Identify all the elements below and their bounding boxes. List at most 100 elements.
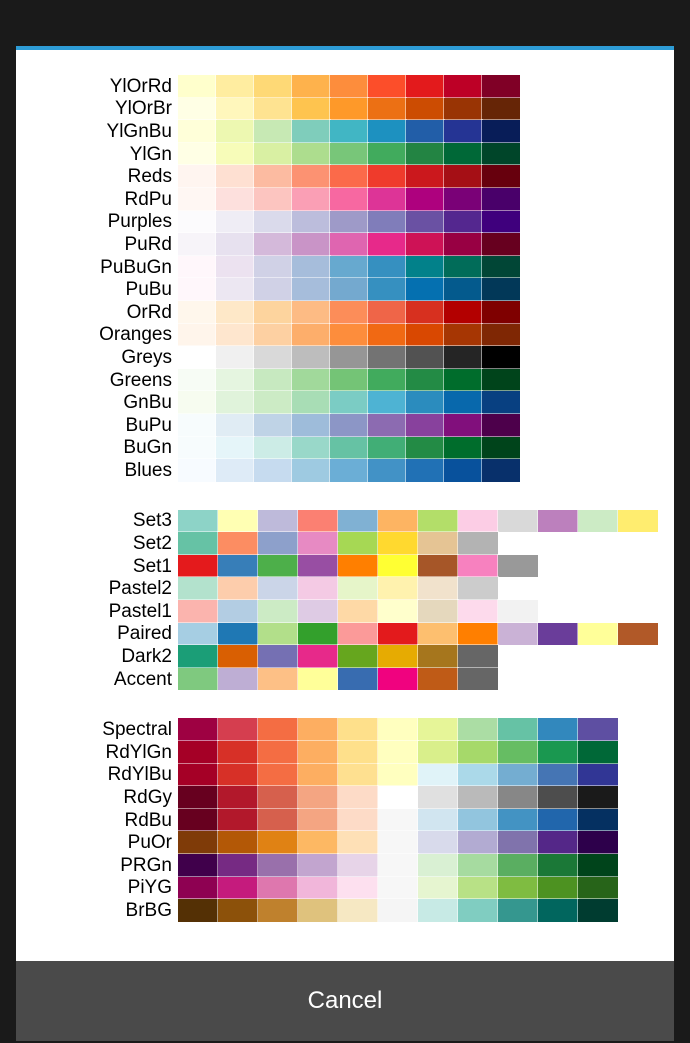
color-swatch	[178, 741, 218, 764]
color-swatch	[538, 718, 578, 741]
palette-row-prgn[interactable]: PRGn	[26, 854, 664, 877]
color-swatch	[178, 165, 216, 188]
swatch-strip	[178, 899, 618, 922]
palette-row-ylorrd[interactable]: YlOrRd	[26, 75, 664, 98]
swatch-strip	[178, 324, 520, 347]
palette-row-greens[interactable]: Greens	[26, 369, 664, 392]
color-swatch	[482, 301, 520, 324]
cancel-button[interactable]: Cancel	[16, 961, 674, 1041]
swatch-strip	[178, 391, 520, 414]
color-swatch	[368, 437, 406, 460]
palette-row-rdylbu[interactable]: RdYlBu	[26, 764, 664, 787]
palette-row-pubugn[interactable]: PuBuGn	[26, 256, 664, 279]
color-swatch	[258, 809, 298, 832]
color-swatch	[330, 414, 368, 437]
color-swatch	[444, 459, 482, 482]
color-swatch	[618, 510, 658, 533]
palette-row-dark2[interactable]: Dark2	[26, 645, 664, 668]
color-swatch	[216, 98, 254, 121]
color-swatch	[378, 877, 418, 900]
color-swatch	[378, 577, 418, 600]
color-swatch	[178, 877, 218, 900]
color-swatch	[298, 764, 338, 787]
palette-row-set1[interactable]: Set1	[26, 555, 664, 578]
palette-label: Purples	[26, 212, 178, 231]
color-swatch	[406, 75, 444, 98]
swatch-strip	[178, 143, 520, 166]
palette-row-rdpu[interactable]: RdPu	[26, 188, 664, 211]
palette-row-brbg[interactable]: BrBG	[26, 899, 664, 922]
color-swatch	[406, 301, 444, 324]
palette-row-blues[interactable]: Blues	[26, 459, 664, 482]
color-swatch	[418, 809, 458, 832]
palette-row-pubu[interactable]: PuBu	[26, 278, 664, 301]
palette-row-paired[interactable]: Paired	[26, 623, 664, 646]
color-swatch	[178, 854, 218, 877]
palette-row-accent[interactable]: Accent	[26, 668, 664, 691]
palette-row-orrd[interactable]: OrRd	[26, 301, 664, 324]
color-swatch	[216, 301, 254, 324]
palette-row-rdylgn[interactable]: RdYlGn	[26, 741, 664, 764]
color-swatch	[418, 510, 458, 533]
color-swatch	[406, 165, 444, 188]
color-swatch	[178, 414, 216, 437]
color-swatch	[258, 741, 298, 764]
palette-row-bugn[interactable]: BuGn	[26, 437, 664, 460]
color-swatch	[292, 98, 330, 121]
palette-row-purples[interactable]: Purples	[26, 211, 664, 234]
palette-row-ylgnbu[interactable]: YlGnBu	[26, 120, 664, 143]
palette-row-spectral[interactable]: Spectral	[26, 718, 664, 741]
color-swatch	[368, 324, 406, 347]
color-swatch	[378, 764, 418, 787]
palette-label: Set1	[26, 557, 178, 576]
color-swatch	[298, 600, 338, 623]
palette-row-oranges[interactable]: Oranges	[26, 324, 664, 347]
color-swatch	[254, 120, 292, 143]
color-swatch	[578, 899, 618, 922]
swatch-strip	[178, 414, 520, 437]
palette-row-purd[interactable]: PuRd	[26, 233, 664, 256]
palette-label: Accent	[26, 670, 178, 689]
color-swatch	[338, 786, 378, 809]
palette-row-greys[interactable]: Greys	[26, 346, 664, 369]
swatch-strip	[178, 555, 538, 578]
swatch-strip	[178, 668, 498, 691]
palette-label: Blues	[26, 461, 178, 480]
color-swatch	[216, 211, 254, 234]
color-swatch	[338, 623, 378, 646]
palette-row-rdgy[interactable]: RdGy	[26, 786, 664, 809]
color-swatch	[218, 577, 258, 600]
palette-row-ylgn[interactable]: YlGn	[26, 143, 664, 166]
palette-row-set2[interactable]: Set2	[26, 532, 664, 555]
color-swatch	[418, 555, 458, 578]
swatch-strip	[178, 510, 658, 533]
palette-row-reds[interactable]: Reds	[26, 165, 664, 188]
color-swatch	[458, 854, 498, 877]
palette-row-puor[interactable]: PuOr	[26, 831, 664, 854]
color-swatch	[458, 877, 498, 900]
palette-row-gnbu[interactable]: GnBu	[26, 391, 664, 414]
color-swatch	[330, 165, 368, 188]
palette-row-bupu[interactable]: BuPu	[26, 414, 664, 437]
color-swatch	[292, 120, 330, 143]
color-swatch	[292, 233, 330, 256]
color-swatch	[444, 301, 482, 324]
color-swatch	[218, 741, 258, 764]
color-swatch	[218, 899, 258, 922]
palette-row-piyg[interactable]: PiYG	[26, 877, 664, 900]
color-swatch	[298, 831, 338, 854]
color-swatch	[338, 645, 378, 668]
color-swatch	[330, 301, 368, 324]
palette-row-rdbu[interactable]: RdBu	[26, 809, 664, 832]
palette-row-pastel1[interactable]: Pastel1	[26, 600, 664, 623]
palette-row-set3[interactable]: Set3	[26, 510, 664, 533]
color-swatch	[498, 555, 538, 578]
color-swatch	[254, 437, 292, 460]
swatch-strip	[178, 623, 658, 646]
color-swatch	[254, 98, 292, 121]
palette-row-ylorbr[interactable]: YlOrBr	[26, 98, 664, 121]
palette-row-pastel2[interactable]: Pastel2	[26, 577, 664, 600]
color-swatch	[482, 120, 520, 143]
color-swatch	[292, 278, 330, 301]
color-swatch	[482, 414, 520, 437]
